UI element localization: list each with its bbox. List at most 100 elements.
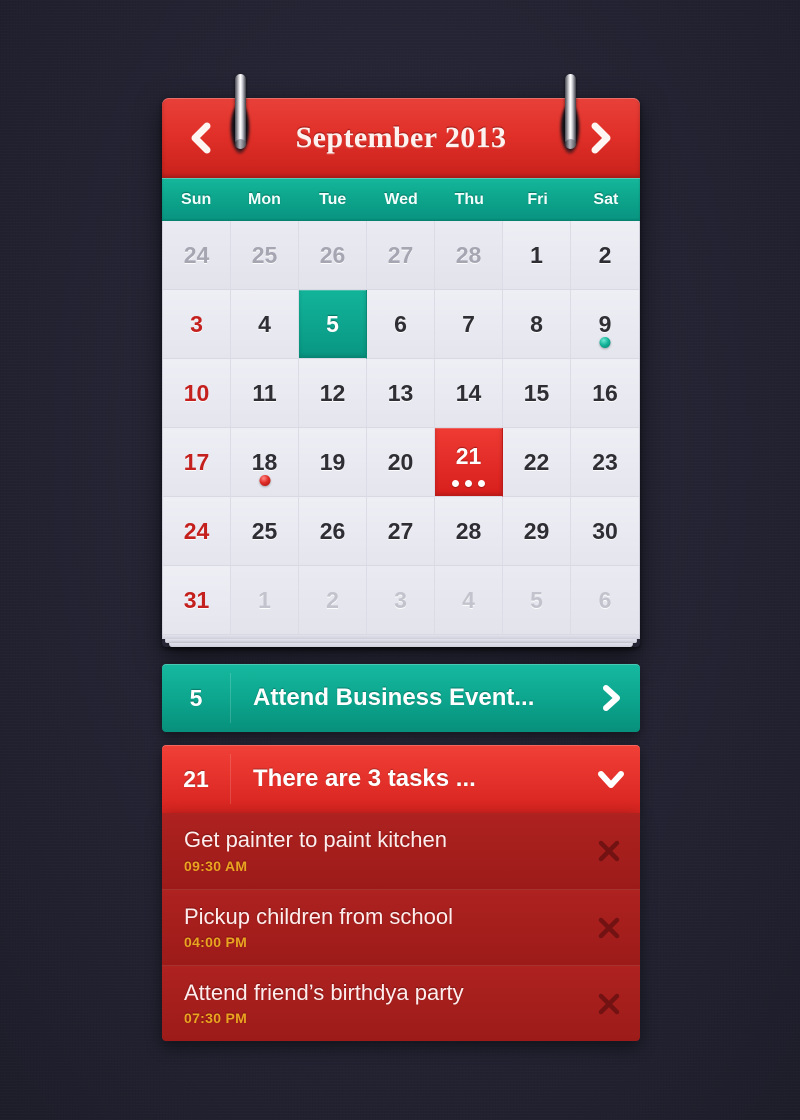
day-cell[interactable]: 16 [571, 359, 639, 428]
day-number: 2 [598, 241, 612, 268]
day-number: 21 [455, 442, 482, 469]
day-cell[interactable]: 31 [163, 566, 231, 635]
day-number: 30 [592, 517, 618, 544]
day-cell[interactable]: 24 [163, 221, 231, 290]
day-cell[interactable]: 26 [299, 497, 367, 566]
calendar-title: September 2013 [295, 121, 507, 154]
day-number: 14 [455, 379, 482, 406]
day-cell[interactable]: 18 [231, 428, 299, 497]
weekday-label-mon: Mon [247, 190, 281, 208]
task-title: Attend friend’s birthdya party [184, 979, 464, 1005]
day-number: 5 [326, 310, 339, 337]
prev-month-button[interactable] [184, 115, 218, 161]
event-title: Attend Business Event... [253, 684, 535, 711]
weekday-label-fri: Fri [527, 190, 548, 208]
event-marker-dot [599, 337, 611, 348]
day-number: 9 [598, 310, 612, 337]
day-cell[interactable]: 3 [163, 290, 231, 359]
close-icon[interactable] [578, 838, 640, 864]
day-cell[interactable]: 26 [299, 221, 367, 290]
day-cell[interactable]: 21 [435, 428, 503, 497]
day-number: 7 [462, 310, 475, 337]
close-icon[interactable] [578, 915, 640, 941]
event-title: There are 3 tasks ... [253, 765, 476, 792]
task-row[interactable]: Get painter to paint kitchen 09:30 AM [162, 813, 640, 889]
day-number: 17 [183, 448, 210, 475]
next-month-button[interactable] [584, 115, 618, 161]
day-cell[interactable]: 17 [163, 428, 231, 497]
day-number: 26 [319, 241, 346, 268]
day-cell[interactable]: 19 [299, 428, 367, 497]
day-cell[interactable]: 9 [571, 290, 639, 359]
day-cell[interactable]: 13 [367, 359, 435, 428]
task-row[interactable]: Attend friend’s birthdya party 07:30 PM [162, 965, 640, 1041]
weekday-header-row: Sun Mon Tue Wed Thu Fri Sat [162, 178, 640, 221]
day-number: 28 [455, 517, 482, 544]
day-number: 18 [251, 448, 278, 475]
day-number: 8 [530, 310, 543, 337]
event-marker-dot [259, 475, 270, 486]
day-cell[interactable]: 27 [367, 497, 435, 566]
day-cell[interactable]: 1 [231, 566, 299, 635]
day-cell[interactable]: 28 [435, 221, 503, 290]
day-number: 24 [183, 241, 210, 268]
day-number: 2 [326, 586, 339, 613]
day-grid: 24 25 26 27 28 1 2 3 4 5 6 7 8 9 10 11 12 13 14 15 16 17 18 19 2… [162, 221, 640, 635]
day-cell[interactable]: 4 [435, 566, 503, 635]
task-row[interactable]: Pickup children from school 04:00 PM [162, 889, 640, 965]
task-time: 07:30 PM [184, 1010, 248, 1027]
calendar-widget: September 2013 Sun Mon Tue Wed Thu Fri Sat 24 2… [162, 0, 640, 1120]
event-day-number: 21 [183, 765, 209, 792]
day-cell[interactable]: 1 [503, 221, 571, 290]
weekday-label-wed: Wed [384, 190, 418, 208]
day-cell[interactable]: 20 [367, 428, 435, 497]
day-number: 13 [387, 379, 414, 406]
day-number: 6 [598, 586, 612, 613]
day-cell[interactable]: 24 [163, 497, 231, 566]
calendar-card: September 2013 Sun Mon Tue Wed Thu Fri Sat 24 2… [162, 74, 640, 647]
day-cell[interactable]: 30 [571, 497, 639, 566]
day-number: 1 [258, 586, 271, 613]
day-number: 25 [251, 241, 278, 268]
day-cell[interactable]: 25 [231, 497, 299, 566]
day-cell[interactable]: 6 [571, 566, 639, 635]
day-cell[interactable]: 11 [231, 359, 299, 428]
event-bar-tasks[interactable]: 21 There are 3 tasks ... [162, 745, 640, 813]
day-cell[interactable]: 10 [163, 359, 231, 428]
day-number: 28 [455, 241, 482, 268]
day-number: 22 [523, 448, 550, 475]
day-cell[interactable]: 5 [503, 566, 571, 635]
chevron-right-icon[interactable] [582, 681, 640, 715]
task-title: Get painter to paint kitchen [184, 827, 447, 853]
day-number: 19 [319, 448, 346, 475]
day-cell[interactable]: 2 [571, 221, 639, 290]
day-number: 23 [592, 448, 618, 475]
day-cell[interactable]: 2 [299, 566, 367, 635]
day-number: 12 [319, 379, 346, 406]
day-cell[interactable]: 4 [231, 290, 299, 359]
day-cell[interactable]: 3 [367, 566, 435, 635]
event-bar-business[interactable]: 5 Attend Business Event... [162, 664, 640, 732]
day-cell[interactable]: 23 [571, 428, 639, 497]
day-cell[interactable]: 6 [367, 290, 435, 359]
day-cell[interactable]: 27 [367, 221, 435, 290]
day-number: 20 [387, 448, 414, 475]
event-dots [435, 480, 502, 487]
day-cell[interactable]: 5 [299, 290, 367, 359]
day-cell[interactable]: 22 [503, 428, 571, 497]
day-number: 29 [523, 517, 550, 544]
task-title: Pickup children from school [184, 903, 454, 929]
chevron-down-icon[interactable] [582, 766, 640, 792]
day-cell[interactable]: 12 [299, 359, 367, 428]
day-cell[interactable]: 25 [231, 221, 299, 290]
day-cell[interactable]: 8 [503, 290, 571, 359]
day-cell[interactable]: 14 [435, 359, 503, 428]
day-cell[interactable]: 29 [503, 497, 571, 566]
task-time: 04:00 PM [184, 934, 248, 951]
day-number: 27 [387, 517, 414, 544]
day-cell[interactable]: 28 [435, 497, 503, 566]
day-cell[interactable]: 15 [503, 359, 571, 428]
day-number: 1 [530, 241, 543, 268]
day-cell[interactable]: 7 [435, 290, 503, 359]
close-icon[interactable] [578, 991, 640, 1017]
